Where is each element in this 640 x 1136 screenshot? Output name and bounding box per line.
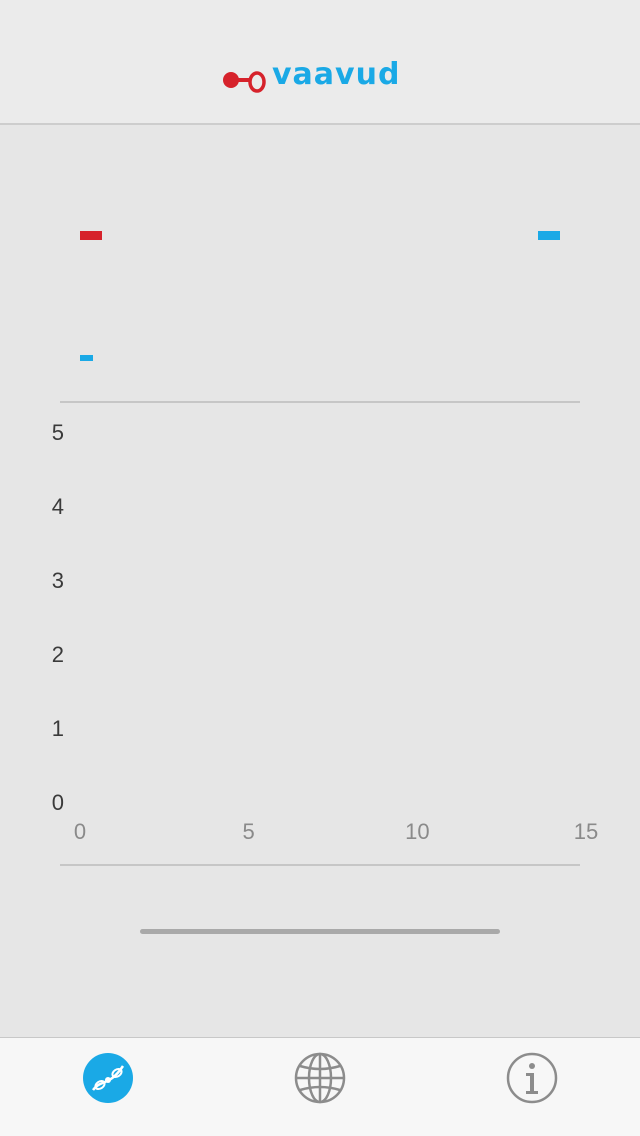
y-tick-label: 4: [52, 494, 64, 519]
y-tick-label: 3: [52, 568, 64, 593]
tab-measure[interactable]: [81, 1051, 135, 1105]
chart-bottom-divider: [60, 864, 580, 866]
x-tick-label: 5: [243, 819, 255, 844]
x-tick-label: 10: [405, 819, 429, 844]
header-bar: vaavud: [0, 0, 640, 125]
logo-mark-icon: [223, 71, 266, 93]
wind-measure-icon: [83, 1053, 133, 1103]
x-tick-label: 15: [574, 819, 598, 844]
max-speed-marker: [538, 231, 560, 240]
tab-map[interactable]: [293, 1051, 347, 1105]
globe-icon: [294, 1052, 346, 1104]
vaavud-logo: vaavud: [222, 60, 422, 96]
average-speed-marker: [80, 355, 93, 361]
measurement-progress-bar: [140, 929, 500, 934]
y-tick-label: 2: [52, 642, 64, 667]
y-tick-label: 1: [52, 716, 64, 741]
chart-canvas: 0 1 2 3 4 5 0 5 10 15: [52, 420, 598, 844]
tab-bar: [0, 1037, 640, 1136]
tab-info[interactable]: [505, 1051, 559, 1105]
logo-wordmark: vaavud: [272, 57, 401, 92]
measure-screen: vaavud 0 1 2 3 4 5 0 5 10 15: [0, 0, 640, 1136]
wind-speed-chart: 0 1 2 3 4 5 0 5 10 15: [0, 402, 640, 864]
current-speed-marker: [80, 231, 102, 240]
info-icon: [506, 1052, 558, 1104]
y-tick-label: 5: [52, 420, 64, 445]
x-tick-label: 0: [74, 819, 86, 844]
y-tick-label: 0: [52, 790, 64, 815]
